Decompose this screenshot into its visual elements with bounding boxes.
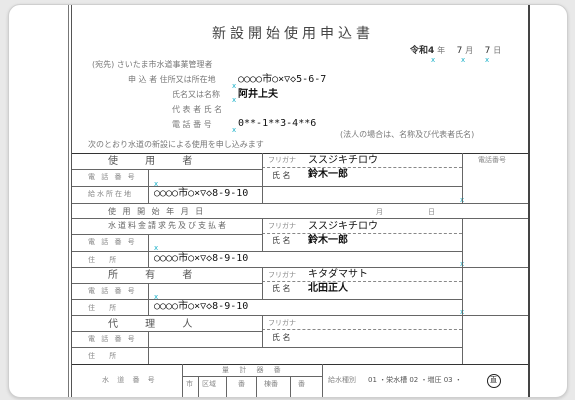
input-marker: x: [461, 56, 466, 64]
user-phone-label: 電 話 番 号: [88, 173, 137, 181]
user-phone-number-label: 電話番号: [478, 156, 506, 164]
meter-col: 棟番: [264, 380, 278, 388]
billing-furigana-label: フリガナ: [268, 222, 296, 230]
user-name-value: 鈴木一郎: [308, 169, 348, 180]
addressee: (宛先) さいたま市水道事業管理者: [92, 60, 213, 69]
application-notice: 次のとおり水道の新設による使用を申し込みます: [88, 140, 264, 149]
user-name-label: 氏 名: [272, 171, 291, 180]
meter-col: 番: [238, 380, 245, 388]
applicant-phone-label: 電 話 番 号: [172, 120, 212, 129]
applicant-name-value: 阿井上夫: [238, 89, 278, 100]
applicant-name-label: 氏名又は名称: [172, 90, 220, 99]
user-furigana-value: ススジキチロウ: [308, 155, 378, 166]
meter-header: 量 計 器 番: [222, 366, 285, 374]
form-title: 新設開始使用申込書: [212, 26, 374, 42]
supply-type-selected: 直: [490, 376, 497, 384]
user-furigana-label: フリガナ: [268, 156, 296, 164]
owner-address-value: ○○○○市○×▽◇8-9-10: [154, 301, 249, 312]
meter-col: 区域: [202, 380, 216, 388]
input-marker: x: [232, 82, 237, 90]
water-address-label: 給水所在地: [88, 190, 133, 198]
billing-header: 水道料金請求先及び支払者: [108, 221, 228, 230]
representative-label: 代 表 者 氏 名: [172, 105, 223, 114]
start-day-label: 日: [428, 208, 435, 216]
owner-furigana-value: キタダマサト: [308, 269, 368, 280]
meter-col: 市: [186, 380, 193, 388]
start-date-label: 使 用 開 始 年 月 日: [108, 207, 206, 216]
water-number-label: 水 道 番 号: [102, 376, 158, 384]
agent-header: 代 理 人: [108, 319, 205, 330]
form-date: 令和4 年 7 月 7 日: [410, 46, 502, 56]
document-viewer: 新設開始使用申込書 令和4 年 7 月 7 日 x x x (宛先) さいたま市…: [8, 4, 568, 398]
corporation-note: (法人の場合は、名称及び代表者氏名): [340, 130, 475, 139]
input-marker: x: [232, 96, 237, 104]
supply-type-label: 給水種別: [328, 376, 356, 384]
input-marker: x: [485, 56, 490, 64]
applicant-phone-value: 0**-1**3-4**6: [238, 118, 317, 129]
owner-name-value: 北田正人: [308, 283, 348, 294]
meter-col: 番: [298, 380, 305, 388]
agent-furigana-label: フリガナ: [268, 319, 296, 327]
billing-phone-label: 電 話 番 号: [88, 238, 137, 246]
input-marker: x: [232, 126, 237, 134]
owner-header: 所 有 者: [108, 270, 205, 281]
owner-address-label: 住 所: [88, 304, 123, 312]
billing-name-value: 鈴木一郎: [308, 235, 348, 246]
billing-name-label: 氏 名: [272, 236, 291, 245]
owner-phone-label: 電 話 番 号: [88, 287, 137, 295]
agent-address-label: 住 所: [88, 352, 123, 360]
agent-phone-label: 電 話 番 号: [88, 335, 137, 343]
agent-name-label: 氏 名: [272, 333, 291, 342]
applicant-address-value: ○○○○市○×▽◇5-6-7: [238, 74, 327, 85]
billing-address-label: 住 所: [88, 256, 123, 264]
user-header: 使 用 者: [108, 156, 205, 167]
water-address-value: ○○○○市○×▽◇8-9-10: [154, 188, 249, 199]
supply-type-options: 01 ・栄水槽 02 ・増圧 03 ・: [368, 376, 462, 384]
application-form: 新設開始使用申込書 令和4 年 7 月 7 日 x x x (宛先) さいたま市…: [68, 5, 530, 397]
input-marker: x: [431, 56, 436, 64]
billing-furigana-value: ススジキチロウ: [308, 221, 378, 232]
owner-furigana-label: フリガナ: [268, 271, 296, 279]
applicant-address-label: 申 込 者 住所又は所在地: [128, 75, 216, 84]
owner-name-label: 氏 名: [272, 284, 291, 293]
billing-address-value: ○○○○市○×▽◇8-9-10: [154, 253, 249, 264]
start-month-label: 月: [376, 208, 383, 216]
